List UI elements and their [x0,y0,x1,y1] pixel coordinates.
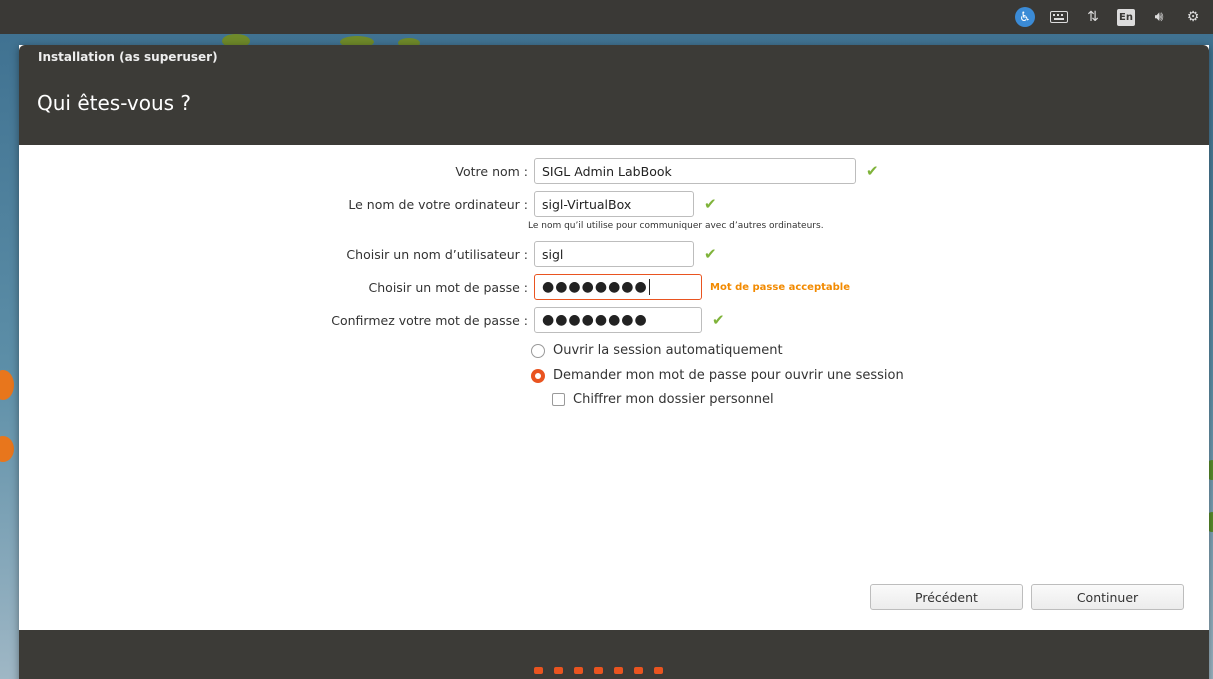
computer-name-hint: Le nom qu’il utilise pour communiquer av… [528,221,824,231]
password-input[interactable]: ●●●●●●●● [534,274,702,300]
name-row: Votre nom : SIGL Admin LabBook ✔ [19,158,879,184]
computer-name-input[interactable]: sigl-VirtualBox [534,191,694,217]
progress-step [634,667,643,674]
progress-indicator [534,667,663,674]
auto-login-option[interactable]: Ouvrir la session automatiquement [531,343,783,358]
network-icon[interactable]: ⇅ [1083,7,1103,27]
page-title: Qui êtes-vous ? [37,91,192,115]
confirm-row: Confirmez votre mot de passe : ●●●●●●●● … [19,307,725,333]
password-label: Choisir un mot de passe : [368,279,528,295]
name-valid-check-icon: ✔ [866,162,879,180]
progress-step [554,667,563,674]
encrypt-home-label: Chiffrer mon dossier personnel [573,392,774,407]
window-titlebar: Installation (as superuser) Qui êtes-vou… [19,45,1209,145]
progress-step [654,667,663,674]
progress-step [614,667,623,674]
text-caret [648,279,650,295]
window-title: Installation (as superuser) [38,50,218,64]
confirm-password-label: Confirmez votre mot de passe : [331,312,528,328]
name-label: Votre nom : [455,163,528,179]
auto-login-radio[interactable] [531,343,545,358]
require-password-option[interactable]: Demander mon mot de passe pour ouvrir un… [531,368,904,383]
accessibility-icon[interactable]: ♿ [1015,7,1035,27]
user-form: Votre nom : SIGL Admin LabBook ✔ Le nom … [19,145,1209,630]
keyboard-icon[interactable] [1049,7,1069,27]
encrypt-home-checkbox[interactable] [552,393,565,406]
computer-row: Le nom de votre ordinateur : sigl-Virtua… [19,191,717,217]
encrypt-home-option[interactable]: Chiffrer mon dossier personnel [552,392,774,407]
username-label: Choisir un nom d’utilisateur : [346,246,528,262]
settings-icon[interactable]: ⚙ [1183,7,1203,27]
require-password-radio[interactable] [531,368,545,383]
top-panel: ♿ ⇅ En 🔊︎ ⚙ [0,0,1213,34]
username-input[interactable]: sigl [534,241,694,267]
volume-icon[interactable]: 🔊︎ [1149,7,1169,27]
confirm-password-value: ●●●●●●●● [542,312,648,328]
confirm-valid-check-icon: ✔ [712,311,725,329]
username-row: Choisir un nom d’utilisateur : sigl ✔ [19,241,717,267]
require-password-label: Demander mon mot de passe pour ouvrir un… [553,368,904,383]
installer-window: Installation (as superuser) Qui êtes-vou… [19,45,1209,679]
progress-step [534,667,543,674]
back-button[interactable]: Précédent [870,584,1023,610]
confirm-password-input[interactable]: ●●●●●●●● [534,307,702,333]
password-strength-label: Mot de passe acceptable [710,281,851,293]
auto-login-label: Ouvrir la session automatiquement [553,343,783,358]
password-value: ●●●●●●●● [542,279,648,295]
computer-label: Le nom de votre ordinateur : [348,196,528,212]
continue-button[interactable]: Continuer [1031,584,1184,610]
installer-footer [19,630,1209,679]
name-input[interactable]: SIGL Admin LabBook [534,158,856,184]
progress-step [594,667,603,674]
username-valid-check-icon: ✔ [704,245,717,263]
progress-step [574,667,583,674]
password-row: Choisir un mot de passe : ●●●●●●●● Mot d… [19,274,850,300]
language-icon[interactable]: En [1117,8,1135,26]
computer-valid-check-icon: ✔ [704,195,717,213]
